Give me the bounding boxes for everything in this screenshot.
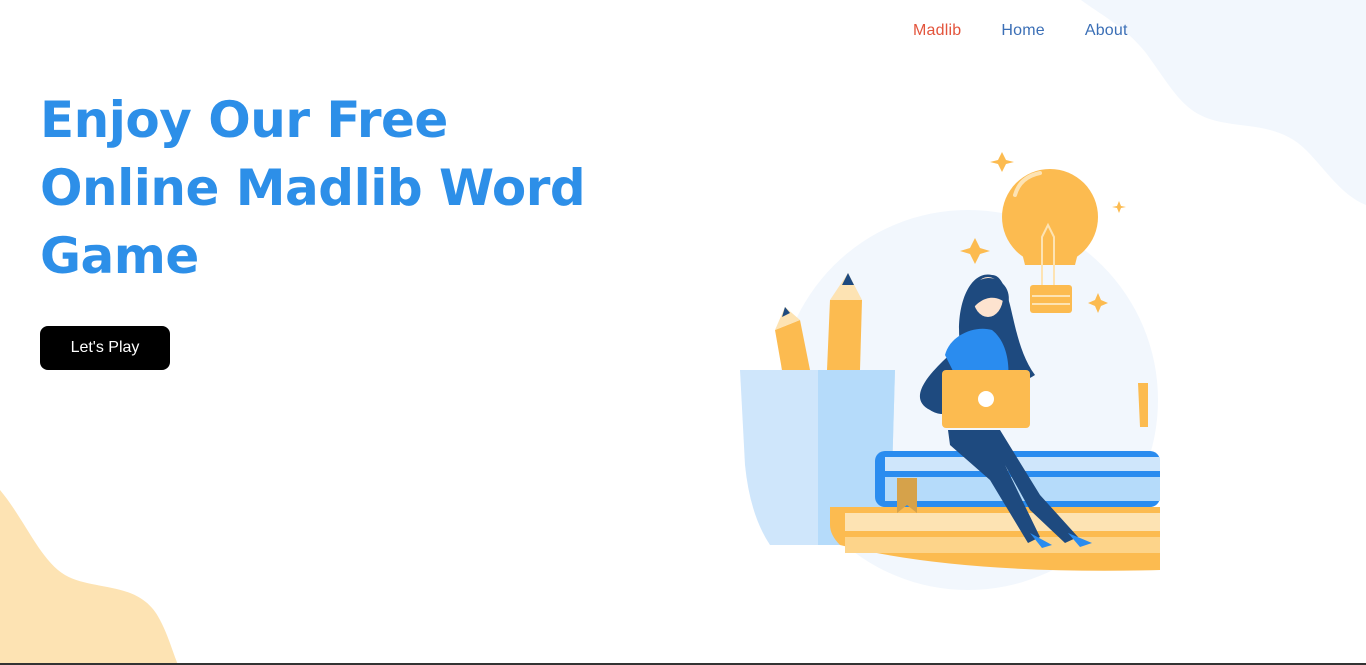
top-nav: Madlib Home About — [913, 22, 1128, 40]
lets-play-button[interactable]: Let's Play — [40, 326, 170, 370]
nav-link-madlib[interactable]: Madlib — [913, 22, 961, 40]
person-with-laptop-illustration — [740, 152, 1160, 590]
hero-headline: Enjoy Our Free Online Madlib Word Game — [40, 91, 586, 285]
nav-link-home[interactable]: Home — [1001, 22, 1044, 40]
nav-link-about[interactable]: About — [1085, 22, 1128, 40]
background-blob-bottom-left — [0, 490, 178, 665]
